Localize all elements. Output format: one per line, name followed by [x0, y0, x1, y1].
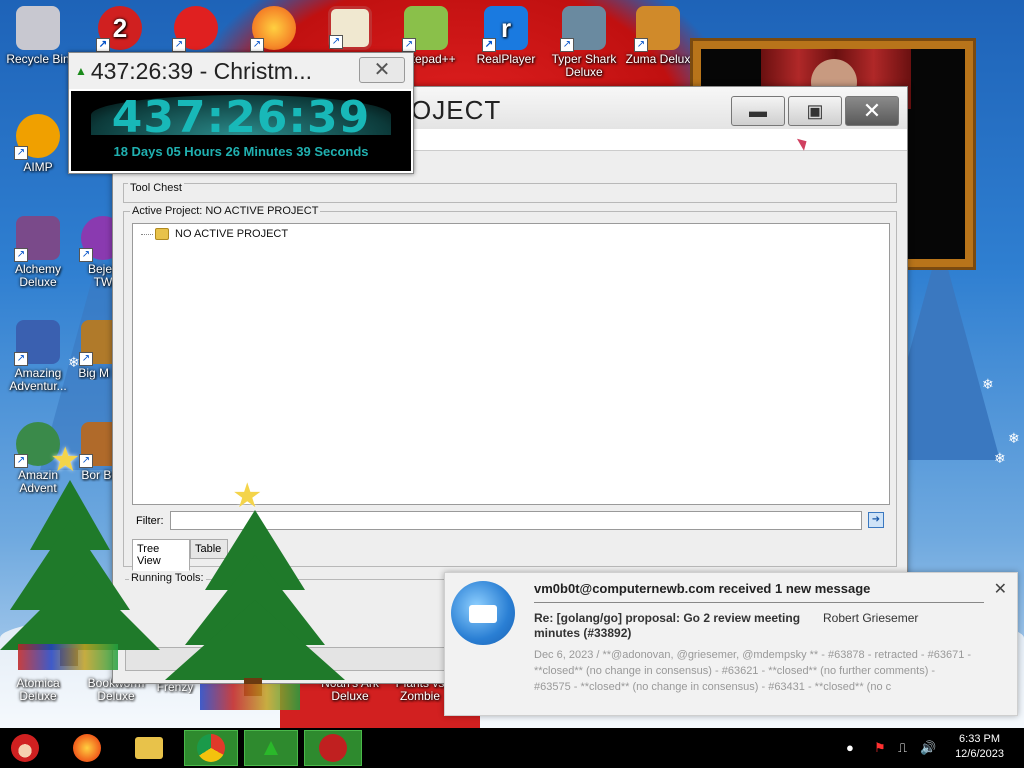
- tray-dot-icon[interactable]: ●: [846, 740, 854, 755]
- zuma-icon: ↗: [634, 6, 680, 52]
- email-notification[interactable]: vm0b0t@computernewb.com received 1 new m…: [444, 572, 1018, 716]
- tree-node-label: NO ACTIVE PROJECT: [175, 228, 289, 240]
- christmas-tree-center: ★: [160, 477, 350, 710]
- desktop-icon-typer-shark[interactable]: ↗ Typer Shark Deluxe: [546, 6, 622, 79]
- recycle-bin-icon: [16, 6, 60, 50]
- thunderbird-icon: [451, 581, 515, 645]
- window-title: OJECT: [411, 95, 502, 125]
- desktop-icon-label: RealPlayer: [476, 52, 536, 66]
- taskbar-typer-shark[interactable]: [304, 730, 362, 766]
- taskbar-clock[interactable]: 6:33 PM 12/6/2023: [955, 732, 1004, 762]
- gift-boxes: [18, 644, 118, 670]
- tree-icon: ▲: [259, 734, 283, 761]
- start-button[interactable]: [2, 730, 48, 766]
- notification-preview: Dec 6, 2023 / **@adonovan, @griesemer, @…: [534, 649, 972, 693]
- desktop-icon-alchemy-deluxe[interactable]: ↗ Alchemy Deluxe: [0, 216, 76, 289]
- chrome-icon: [197, 734, 225, 762]
- number-two-icon: 2 ↗: [96, 6, 142, 52]
- aimp-icon: ↗: [14, 114, 60, 160]
- desktop-icon-firefox[interactable]: ↗: [236, 6, 312, 53]
- desktop-icon-label: Typer Shark Deluxe: [551, 52, 617, 79]
- clock-time: 6:33 PM: [959, 733, 1001, 745]
- notepad-plus-plus-icon: ↗: [402, 6, 448, 52]
- tree-icon: ▲: [75, 64, 87, 78]
- star-icon: ★: [50, 441, 81, 479]
- christmas-tree-left: ★: [0, 441, 160, 670]
- close-icon: ✕: [862, 98, 882, 123]
- tool-chest-group: [123, 183, 897, 203]
- taskbar-christmas-timer[interactable]: ▲: [244, 730, 298, 766]
- desktop-icon-label: Recycle Bin: [6, 52, 70, 66]
- desktop-icon-label: AIMP: [23, 160, 53, 174]
- countdown-big-time: 437:26:39: [111, 92, 371, 143]
- snowflake-icon: ❄: [982, 376, 994, 392]
- folder-icon: [135, 737, 163, 759]
- firefox-icon: [73, 734, 101, 762]
- shark-icon: ↗: [560, 6, 606, 52]
- filter-apply-button[interactable]: ➜: [868, 512, 884, 528]
- maximize-icon: ▣: [806, 101, 824, 121]
- wizard-icon: ↗: [14, 216, 60, 262]
- desktop-icon-label: Amazing Adventur...: [9, 366, 67, 393]
- desktop-icon-realplayer[interactable]: r ↗ RealPlayer: [468, 6, 544, 66]
- notification-divider: [534, 602, 984, 603]
- firefox-icon: ↗: [250, 6, 296, 52]
- taskbar-chrome[interactable]: [184, 730, 238, 766]
- gem-icon: ↗: [14, 320, 60, 366]
- red-creature-icon: ↗: [172, 6, 218, 52]
- countdown-detail: 18 Days 05 Hours 26 Minutes 39 Seconds: [113, 144, 369, 159]
- typer-shark-icon: [319, 734, 347, 762]
- christmas-countdown-window[interactable]: ▲ 437:26:39 - Christm... ✕ 437:26:39 18 …: [68, 52, 414, 174]
- gift-boxes: [200, 684, 300, 710]
- minimize-icon: ▬: [749, 101, 767, 121]
- taskbar-file-explorer[interactable]: [126, 730, 172, 766]
- snowflake-icon: ❄: [994, 450, 1006, 466]
- close-icon: ✕: [373, 59, 391, 81]
- minimize-button[interactable]: ▬: [731, 96, 785, 126]
- clock-date: 12/6/2023: [955, 748, 1004, 760]
- notification-sender: Robert Griesemer: [823, 611, 919, 625]
- tree-connector: [141, 233, 153, 235]
- desktop-icon-amazing-adventures[interactable]: ↗ Amazing Adventur...: [0, 320, 76, 393]
- desktop-icon-number-two[interactable]: 2 ↗: [82, 6, 158, 53]
- tray-network-icon[interactable]: ⎍: [898, 740, 907, 756]
- project-tree[interactable]: NO ACTIVE PROJECT: [132, 223, 890, 505]
- taskbar-firefox[interactable]: [64, 730, 110, 766]
- active-project-label: Active Project: NO ACTIVE PROJECT: [130, 205, 321, 217]
- tray-volume-icon[interactable]: 🔊: [920, 740, 936, 756]
- desktop-icon-recycle-bin[interactable]: Recycle Bin: [0, 6, 76, 66]
- close-button[interactable]: ✕: [845, 96, 899, 126]
- desktop-icon-shrine[interactable]: ↗: [312, 6, 388, 53]
- santa-icon: [11, 734, 39, 762]
- tray-network-warning-icon[interactable]: ⚑: [874, 740, 886, 756]
- snowflake-icon: ❄: [1008, 430, 1020, 446]
- arrow-right-icon: ➜: [871, 514, 881, 525]
- close-icon: ✕: [993, 581, 1007, 598]
- countdown-display: 437:26:39 18 Days 05 Hours 26 Minutes 39…: [71, 91, 411, 171]
- maximize-button[interactable]: ▣: [788, 96, 842, 126]
- countdown-title: 437:26:39 - Christm...: [90, 57, 313, 84]
- realplayer-icon: r ↗: [482, 6, 528, 52]
- countdown-close-button[interactable]: ✕: [359, 57, 405, 83]
- folder-icon: [155, 228, 169, 240]
- tool-chest-label: Tool Chest: [128, 182, 184, 194]
- tree-node-root[interactable]: NO ACTIVE PROJECT: [141, 228, 288, 240]
- notification-close-button[interactable]: ✕: [994, 579, 1007, 599]
- desktop-icon-zuma-deluxe[interactable]: ↗ Zuma Delux: [620, 6, 696, 66]
- notification-subject: Re: [golang/go] proposal: Go 2 review me…: [534, 611, 801, 640]
- desktop-icon-label: Alchemy Deluxe: [14, 262, 61, 289]
- desktop-icon-label: Atomica Deluxe: [16, 676, 60, 703]
- desktop-icon-aimp[interactable]: ↗ AIMP: [0, 114, 76, 174]
- taskbar: ▲ ● ⚑ ⎍ 🔊 6:33 PM 12/6/2023: [0, 728, 1024, 768]
- desktop-icon-label: Zuma Delux: [625, 52, 691, 66]
- notification-header: vm0b0t@computernewb.com received 1 new m…: [534, 581, 871, 596]
- torii-gate-icon: ↗: [328, 6, 372, 50]
- desktop-icon-red-creature[interactable]: ↗: [158, 6, 234, 53]
